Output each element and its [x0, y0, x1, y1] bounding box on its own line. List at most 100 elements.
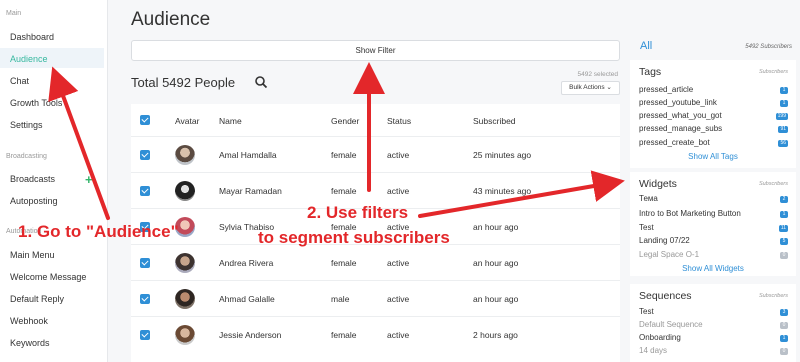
sidebar-item-broadcasts[interactable]: Broadcasts [10, 174, 55, 184]
sidebar-section-broadcasting: Broadcasting [6, 153, 47, 160]
sidebar: Main Dashboard Audience Chat Growth Tool… [0, 0, 108, 362]
row-subscribed: an hour ago [473, 222, 519, 232]
tag-item[interactable]: pressed_create_bot [639, 138, 710, 147]
bulk-actions-dropdown[interactable]: Bulk Actions ⌄ [561, 81, 620, 95]
sequences-panel: Sequences Subscribers Test 3 Default Seq… [630, 284, 796, 362]
search-icon[interactable] [254, 75, 268, 89]
row-status: active [387, 330, 410, 340]
row-status: active [387, 258, 410, 268]
widget-item[interactable]: Landing 07/22 [639, 236, 690, 245]
sidebar-item-webhook[interactable]: Webhook [10, 316, 48, 326]
tag-count-badge: 56 [778, 140, 788, 147]
table-row[interactable]: Andrea Rivera female active an hour ago [131, 244, 620, 280]
widgets-subtitle: Subscribers [758, 181, 788, 187]
tag-count-badge: 91 [778, 126, 788, 133]
column-header-status[interactable]: Status [387, 116, 411, 126]
widget-count-badge: 5 [780, 238, 788, 245]
avatar [175, 181, 195, 201]
tag-item[interactable]: pressed_what_you_got [639, 111, 722, 120]
add-broadcast-icon[interactable]: + [85, 172, 93, 187]
all-subscribers-link[interactable]: All [640, 40, 652, 52]
sequence-count-badge: 3 [780, 309, 788, 316]
sidebar-item-settings[interactable]: Settings [10, 120, 43, 130]
sidebar-item-dashboard[interactable]: Dashboard [10, 32, 54, 42]
row-checkbox[interactable] [140, 258, 150, 268]
row-name[interactable]: Mayar Ramadan [219, 186, 282, 196]
sidebar-item-main-menu[interactable]: Main Menu [10, 250, 55, 260]
sidebar-item-default-reply[interactable]: Default Reply [10, 294, 64, 304]
sequence-item[interactable]: 14 days [639, 346, 667, 355]
row-status: active [387, 186, 410, 196]
row-name[interactable]: Andrea Rivera [219, 258, 273, 268]
row-checkbox[interactable] [140, 330, 150, 340]
column-header-name[interactable]: Name [219, 116, 242, 126]
row-gender: female [331, 330, 357, 340]
sidebar-item-autoposting[interactable]: Autoposting [10, 196, 58, 206]
selected-count: 5492 selected [577, 71, 618, 78]
row-status: active [387, 294, 410, 304]
sidebar-item-chat[interactable]: Chat [10, 76, 29, 86]
row-subscribed: 43 minutes ago [473, 186, 532, 196]
annotation-step-1: 1. Go to "Audience" [18, 222, 179, 241]
table-row[interactable]: Amal Hamdalla female active 25 minutes a… [131, 136, 620, 172]
widget-count-badge: 2 [780, 196, 788, 203]
tag-item[interactable]: pressed_manage_subs [639, 124, 722, 133]
sequences-subtitle: Subscribers [758, 293, 788, 299]
sequence-count-badge: 0 [780, 322, 788, 329]
select-all-checkbox[interactable] [140, 115, 150, 125]
annotation-step-2-line-1: 2. Use filters [307, 203, 409, 222]
sequence-item[interactable]: Onboarding [639, 333, 681, 342]
sequence-item[interactable]: Test [639, 307, 654, 316]
tags-title: Tags [639, 66, 662, 78]
show-all-widgets-link[interactable]: Show All Widgets [630, 264, 796, 273]
sidebar-item-welcome-message[interactable]: Welcome Message [10, 272, 86, 282]
widget-count-badge: 11 [778, 225, 788, 232]
tag-count-badge: 199 [775, 113, 788, 120]
row-name[interactable]: Ahmad Galalle [219, 294, 275, 304]
sidebar-item-audience[interactable]: Audience [10, 54, 48, 64]
sequence-count-badge: 1 [780, 335, 788, 342]
row-subscribed: an hour ago [473, 294, 519, 304]
tag-count-badge: 1 [780, 87, 788, 94]
row-gender: female [331, 186, 357, 196]
show-filter-button[interactable]: Show Filter [131, 40, 620, 61]
row-checkbox[interactable] [140, 186, 150, 196]
tag-item[interactable]: pressed_article [639, 85, 693, 94]
tags-panel: Tags Subscribers pressed_article 1 press… [630, 60, 796, 168]
row-subscribed: an hour ago [473, 258, 519, 268]
sidebar-item-growth-tools[interactable]: Growth Tools [10, 98, 62, 108]
show-all-tags-link[interactable]: Show All Tags [630, 152, 796, 161]
widget-item[interactable]: Test [639, 223, 654, 232]
all-subscribers-count: 5492 Subscribers [745, 44, 792, 50]
row-checkbox[interactable] [140, 294, 150, 304]
avatar [175, 289, 195, 309]
column-header-subscribed[interactable]: Subscribed [473, 116, 516, 126]
widget-item[interactable]: Legal Space O-1 [639, 250, 699, 259]
widgets-panel: Widgets Subscribers Тема 2 Intro to Bot … [630, 172, 796, 276]
widget-item[interactable]: Intro to Bot Marketing Button [639, 209, 741, 218]
row-subscribed: 25 minutes ago [473, 150, 532, 160]
row-gender: female [331, 258, 357, 268]
total-people-count: Total 5492 People [131, 75, 236, 90]
widget-item[interactable]: Тема [639, 194, 658, 203]
sidebar-item-keywords[interactable]: Keywords [10, 338, 50, 348]
row-status: active [387, 150, 410, 160]
segments-panel: All 5492 Subscribers Tags Subscribers pr… [630, 0, 800, 362]
row-checkbox[interactable] [140, 150, 150, 160]
column-header-avatar: Avatar [175, 116, 200, 126]
widget-count-badge: 1 [780, 211, 788, 218]
row-gender: female [331, 150, 357, 160]
table-row[interactable]: Ahmad Galalle male active an hour ago [131, 280, 620, 316]
tag-item[interactable]: pressed_youtube_link [639, 98, 717, 107]
avatar [175, 325, 195, 345]
widget-count-badge: 0 [780, 252, 788, 259]
sequences-title: Sequences [639, 290, 692, 302]
table-row[interactable]: Jessie Anderson female active 2 hours ag… [131, 316, 620, 352]
column-header-gender[interactable]: Gender [331, 116, 359, 126]
row-gender: male [331, 294, 350, 304]
sequence-item[interactable]: Default Sequence [639, 320, 703, 329]
avatar [175, 145, 195, 165]
row-name[interactable]: Amal Hamdalla [219, 150, 277, 160]
row-subscribed: 2 hours ago [473, 330, 518, 340]
row-name[interactable]: Jessie Anderson [219, 330, 281, 340]
